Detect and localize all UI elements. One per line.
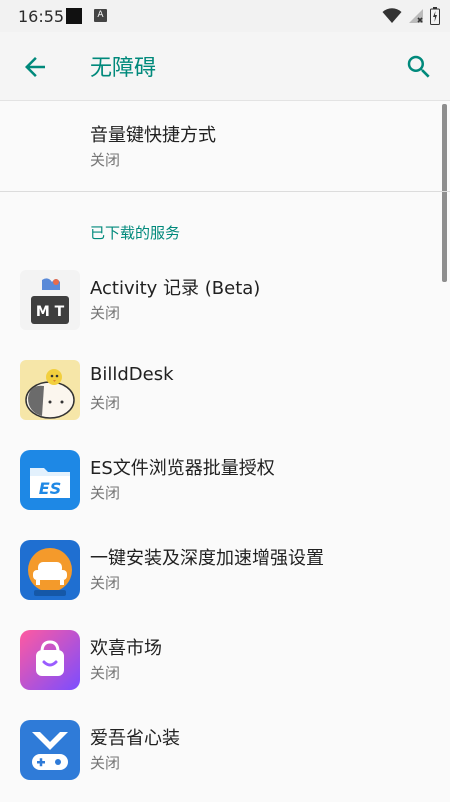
divider [0,191,450,192]
es-file-explorer-icon: ES [20,450,80,510]
section-header: 已下载的服务 [90,224,181,242]
setting-title: 音量键快捷方式 [90,125,216,146]
service-status: 关闭 [90,304,121,322]
service-name: BilldDesk [90,364,174,385]
mt-manager-icon: M T [20,270,80,330]
huanxi-market-icon [20,630,80,690]
service-name: 一键安装及深度加速增强设置 [90,548,324,569]
service-item-huanxi-market[interactable]: 欢喜市场 关闭 [0,622,450,712]
app-bar: 无障碍 [0,32,450,101]
status-bar: 16:55 A [0,0,450,32]
svg-text:M T: M T [36,304,65,320]
status-time: 16:55 [18,7,65,26]
search-icon [407,55,430,78]
service-status: 关闭 [90,484,121,502]
sofa-installer-icon [20,540,80,600]
service-item-aiwu-installer[interactable]: 爱吾省心装 关闭 [0,712,450,802]
status-icons [382,7,440,25]
service-name: Activity 记录 (Beta) [90,278,261,299]
service-status: 关闭 [90,574,121,592]
service-item-billddesk[interactable]: BilldDesk 关闭 [0,352,450,442]
setting-status: 关闭 [90,151,121,169]
wifi-icon [382,8,402,23]
arrow-back-icon [25,57,45,77]
service-name: 欢喜市场 [90,638,162,659]
service-status: 关闭 [90,394,121,412]
aiwu-installer-icon [20,720,80,780]
service-item-es-file-explorer[interactable]: ES ES文件浏览器批量授权 关闭 [0,442,450,532]
notification-a-icon: A [94,9,107,22]
battery-icon [430,7,440,25]
service-status: 关闭 [90,664,121,682]
page-title: 无障碍 [90,56,157,81]
billddesk-icon [20,360,80,420]
service-name: 爱吾省心装 [90,728,180,749]
signal-icon [409,9,423,23]
svg-text:ES: ES [39,479,61,498]
service-item-activity[interactable]: M T Activity 记录 (Beta) 关闭 [0,262,450,352]
search-button[interactable] [404,52,434,82]
volume-shortcut-setting[interactable]: 音量键快捷方式 关闭 [0,101,450,191]
back-button[interactable] [20,52,50,82]
service-item-sofa-installer[interactable]: 一键安装及深度加速增强设置 关闭 [0,532,450,622]
service-status: 关闭 [90,754,121,772]
notification-square-icon [66,8,82,24]
service-name: ES文件浏览器批量授权 [90,458,275,479]
